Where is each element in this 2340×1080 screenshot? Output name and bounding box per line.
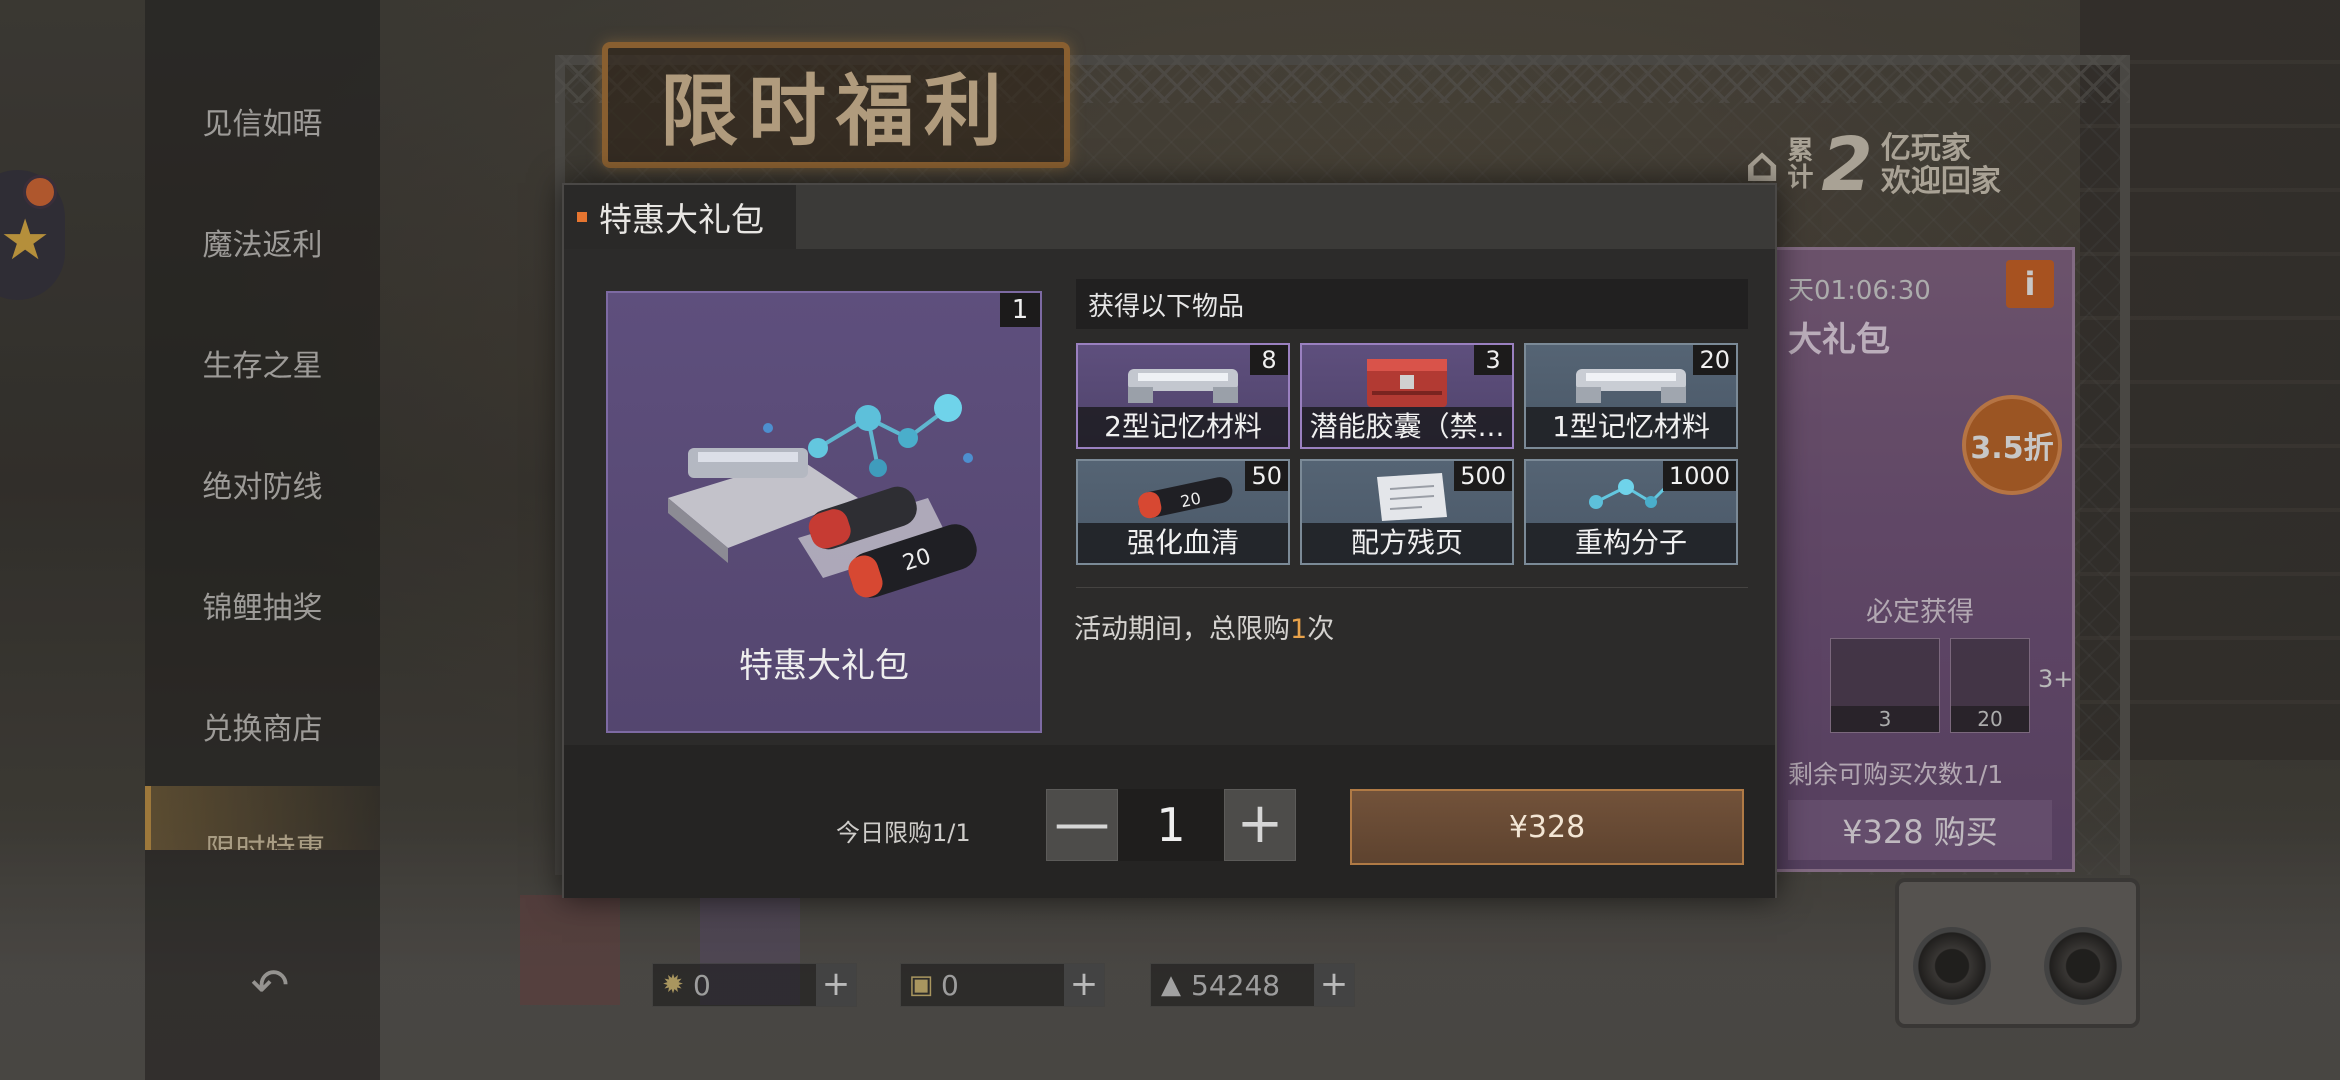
svg-text:20: 20 [1179,489,1203,512]
recipe-page-icon [1377,473,1447,521]
item-name: 2型记忆材料 [1078,407,1288,447]
gift-pack-illustration: 20 [668,394,977,598]
item-quantity: 1000 [1662,461,1736,491]
memory-material-icon [1576,369,1686,403]
decrease-button[interactable]: — [1046,789,1118,861]
item-quantity: 20 [1693,345,1736,375]
item-name: 1型记忆材料 [1526,407,1736,447]
reward-item[interactable]: 8 2型记忆材料 [1076,343,1290,449]
quantity-stepper: — 1 + [1046,789,1296,861]
dialog-title: 特惠大礼包 [599,200,764,239]
capsule-crate-icon [1367,359,1447,407]
item-quantity: 3 [1474,345,1512,375]
purchase-button[interactable]: ¥328 [1350,789,1744,865]
dialog-header: 特惠大礼包 [564,185,1775,249]
reward-item[interactable]: 20 50 强化血清 [1076,459,1290,565]
item-name: 强化血清 [1078,523,1288,563]
divider [1076,587,1748,588]
increase-button[interactable]: + [1224,789,1296,861]
memory-material-icon [1128,369,1238,403]
pack-name: 特惠大礼包 [739,646,909,686]
item-name: 配方残页 [1302,523,1512,563]
reward-item[interactable]: 20 1型记忆材料 [1524,343,1738,449]
reward-item[interactable]: 3 潜能胶囊（禁... [1300,343,1514,449]
item-quantity: 8 [1250,345,1288,375]
title-marker [577,212,587,222]
pack-preview-card[interactable]: 1 20 特惠大礼包 [606,291,1042,733]
dialog-title-wrap: 特惠大礼包 [564,185,796,249]
serum-icon: 20 [1138,477,1233,519]
item-quantity: 50 [1245,461,1288,491]
items-header: 获得以下物品 [1076,279,1748,329]
quantity-value: 1 [1156,798,1186,852]
item-name: 潜能胶囊（禁... [1302,407,1512,447]
reward-item[interactable]: 500 配方残页 [1300,459,1514,565]
gift-pack-dialog: 特惠大礼包 1 20 特惠大礼包 获得以下物品 8 2型记忆材料 3 潜能胶囊（… [562,183,1777,898]
reward-item[interactable]: 1000 重构分子 [1524,459,1738,565]
item-name: 重构分子 [1526,523,1736,563]
item-quantity: 500 [1454,461,1512,491]
pack-count-badge: 1 [1000,293,1040,327]
daily-limit-text: 今日限购1/1 [836,819,971,847]
total-limit-text: 活动期间，总限购1次 [1074,614,1335,645]
